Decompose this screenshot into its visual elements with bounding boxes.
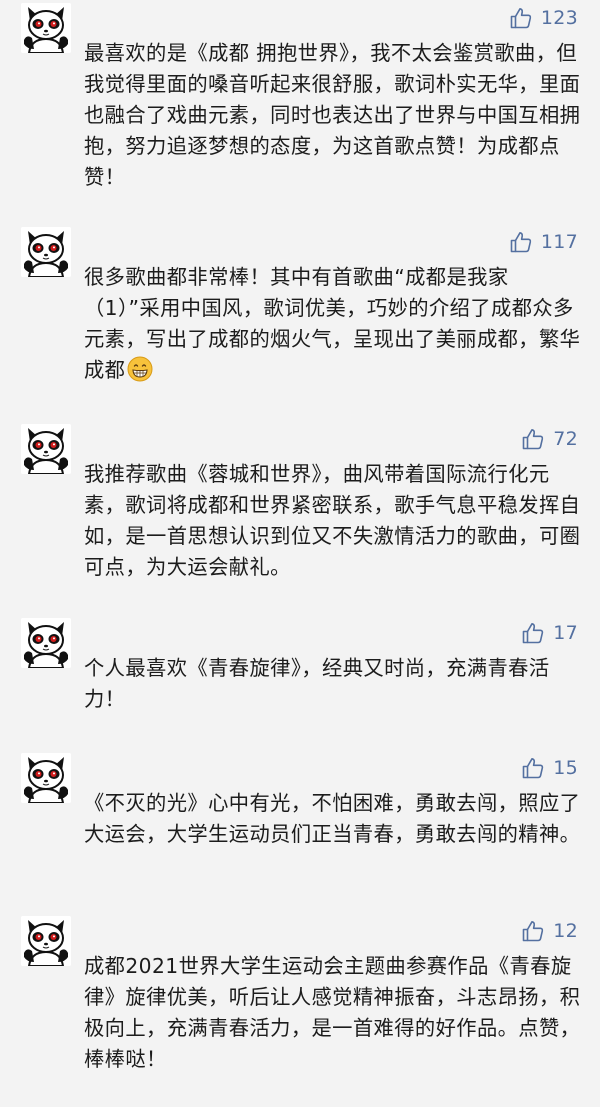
panda-avatar-icon[interactable] (21, 618, 71, 668)
comment-text: 成都2021世界大学生运动会主题曲参赛作品《青春旋律》旋律优美，听后让人感觉精神… (84, 954, 581, 1071)
like-count: 117 (540, 231, 578, 253)
comment-text: 很多歌曲都非常棒！其中有首歌曲“成都是我家（1）”采用中国风，歌词优美，巧妙的介… (84, 262, 584, 386)
comment-feed: 123 最喜欢的是《成都 拥抱世界》，我不太会鉴赏歌曲，但我觉得里面的嗓音听起来… (0, 0, 600, 1107)
like-button[interactable]: 12 (521, 916, 578, 946)
thumbs-up-icon (509, 230, 533, 254)
thumbs-up-icon (521, 756, 545, 780)
panda-avatar-icon[interactable] (21, 424, 71, 474)
comment-text: 最喜欢的是《成都 拥抱世界》，我不太会鉴赏歌曲，但我觉得里面的嗓音听起来很舒服，… (84, 41, 581, 189)
like-count: 123 (540, 7, 578, 29)
like-button[interactable]: 72 (521, 424, 578, 454)
like-count: 17 (553, 622, 578, 644)
panda-avatar-icon[interactable] (21, 227, 71, 277)
grinning-face-emoji (127, 356, 153, 382)
panda-avatar-icon[interactable] (21, 3, 71, 53)
comment-text-body: 很多歌曲都非常棒！其中有首歌曲“成都是我家（1）”采用中国风，歌词优美，巧妙的介… (84, 265, 581, 382)
like-count: 15 (553, 757, 578, 779)
comment-text: 《不灭的光》心中有光，不怕困难，勇敢去闯，照应了大运会，大学生运动员们正当青春，… (84, 791, 581, 846)
comment-text: 我推荐歌曲《蓉城和世界》，曲风带着国际流行化元素，歌词将成都和世界紧密联系，歌手… (84, 462, 581, 579)
like-button[interactable]: 123 (509, 3, 578, 33)
like-count: 72 (553, 428, 578, 450)
like-button[interactable]: 17 (521, 618, 578, 648)
thumbs-up-icon (521, 919, 545, 943)
panda-avatar-icon[interactable] (21, 916, 71, 966)
thumbs-up-icon (521, 427, 545, 451)
like-button[interactable]: 117 (509, 227, 578, 257)
panda-avatar-icon[interactable] (21, 753, 71, 803)
thumbs-up-icon (521, 621, 545, 645)
comment-text: 个人最喜欢《青春旋律》，经典又时尚，充满青春活力！ (84, 656, 550, 711)
thumbs-up-icon (509, 6, 533, 30)
like-button[interactable]: 15 (521, 753, 578, 783)
like-count: 12 (553, 920, 578, 942)
